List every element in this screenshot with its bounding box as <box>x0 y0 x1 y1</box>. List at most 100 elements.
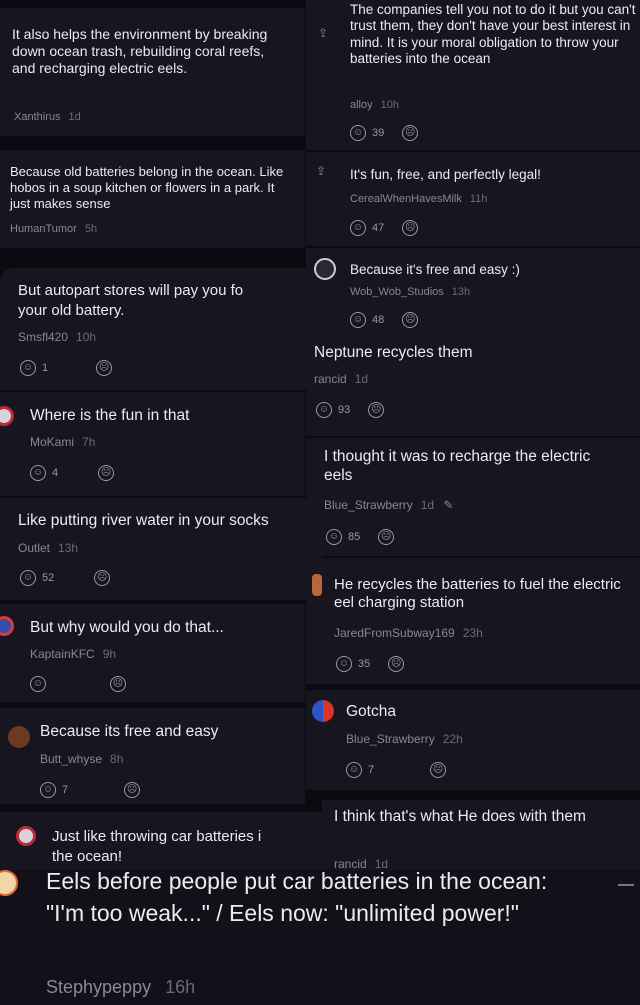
frown-icon[interactable]: ☹ <box>124 782 141 798</box>
like-button[interactable]: ☺ 7 <box>346 762 374 778</box>
frown-icon[interactable]: ☹ <box>368 402 385 418</box>
frown-icon[interactable]: ☹ <box>402 125 419 141</box>
like-button[interactable]: ☺ 39 <box>350 125 384 141</box>
comment-meta: Smsfl420 10h <box>18 330 96 344</box>
comment-text: Like putting river water in your socks <box>18 512 269 529</box>
share-icon[interactable]: ⇪ <box>316 164 326 178</box>
username[interactable]: alloy <box>350 99 373 111</box>
smile-icon: ☺ <box>40 782 56 798</box>
timestamp: 1d <box>354 372 369 386</box>
reactions: ☺ 7 ☹ <box>40 782 141 798</box>
username[interactable]: HumanTumor <box>10 223 77 235</box>
reactions: ☺ 47 ☹ <box>350 220 419 236</box>
like-button[interactable]: ☺ 52 <box>20 570 54 586</box>
frown-icon[interactable]: ☹ <box>430 762 447 778</box>
frown-icon[interactable]: ☹ <box>94 570 111 586</box>
comment-card: ⇪ It's fun, free, and perfectly legal! C… <box>306 152 640 246</box>
comment-text-continued: the ocean! <box>52 848 123 865</box>
timestamp: 16h <box>165 977 196 997</box>
username[interactable]: Xanthirus <box>14 111 60 123</box>
timestamp: 1d <box>420 498 435 512</box>
like-count: 7 <box>62 784 69 796</box>
timestamp: 11h <box>469 193 488 205</box>
comment-meta: Butt_whyse 8h <box>40 752 123 766</box>
comment-meta: Outlet 13h <box>18 541 78 555</box>
username[interactable]: JaredFromSubway169 <box>334 626 455 640</box>
username[interactable]: Stephypeppy <box>46 977 151 997</box>
like-button[interactable]: ☺ 7 <box>40 782 68 798</box>
avatar[interactable] <box>312 574 322 596</box>
comment-text-continued: your old battery. <box>18 302 125 319</box>
avatar[interactable] <box>0 870 18 896</box>
username[interactable]: CerealWhenHavesMilk <box>350 193 462 205</box>
comment-meta: rancid 1d <box>334 857 388 871</box>
comment-text: It's fun, free, and perfectly legal! <box>350 167 541 182</box>
timestamp: 23h <box>462 626 483 640</box>
username[interactable]: Smsfl420 <box>18 330 68 344</box>
frown-icon[interactable]: ☹ <box>378 529 395 545</box>
frown-icon[interactable]: ☹ <box>402 220 419 236</box>
username[interactable]: MoKami <box>30 435 74 449</box>
like-count: 35 <box>358 658 371 670</box>
smile-icon: ☺ <box>350 220 366 236</box>
reactions: ☺ 7 ☹ <box>346 762 447 778</box>
comment-card: He recycles the batteries to fuel the el… <box>306 558 640 684</box>
comment-meta: rancid 1d <box>314 372 368 386</box>
pencil-icon: ✎ <box>443 498 454 512</box>
comment-card: Gotcha Blue_Strawberry 22h ☺ 7 ☹ <box>306 690 640 790</box>
comment-card: Because its free and easy Butt_whyse 8h ☺… <box>0 708 305 804</box>
username[interactable]: Blue_Strawberry <box>346 732 435 746</box>
username[interactable]: Butt_whyse <box>40 752 102 766</box>
comment-text: But autopart stores will pay you fo <box>18 282 244 299</box>
smile-icon: ☺ <box>350 125 366 141</box>
comment-text: Neptune recycles them <box>314 344 473 361</box>
comment-text: Where is the fun in that <box>30 407 190 424</box>
frown-icon[interactable]: ☹ <box>388 656 405 672</box>
menu-dash[interactable] <box>618 884 634 886</box>
like-count: 48 <box>372 314 385 326</box>
smile-icon: ☺ <box>326 529 342 545</box>
username[interactable]: Outlet <box>18 541 50 555</box>
avatar[interactable] <box>0 616 14 636</box>
like-button[interactable]: ☺ 1 <box>20 360 48 376</box>
avatar[interactable] <box>314 258 336 280</box>
like-button[interactable]: ☺ 4 <box>30 465 58 481</box>
smile-icon[interactable]: ☺ <box>30 676 46 692</box>
username[interactable]: KaptainKFC <box>30 647 95 661</box>
username[interactable]: rancid <box>314 372 347 386</box>
comment-card: ⇪ The companies tell you not to do it bu… <box>306 0 640 150</box>
avatar[interactable] <box>312 700 334 722</box>
avatar[interactable] <box>16 826 36 846</box>
username[interactable]: Wob_Wob_Studios <box>350 286 444 298</box>
reactions: ☺ 4 ☹ <box>30 465 115 481</box>
like-count: 7 <box>368 764 375 776</box>
username[interactable]: Blue_Strawberry <box>324 498 413 512</box>
reactions: ☺ 48 ☹ <box>350 312 419 328</box>
comment-text: The companies tell you not to do it but … <box>350 2 636 67</box>
like-button[interactable]: ☺ 35 <box>336 656 370 672</box>
comment-meta: CerealWhenHavesMilk 11h <box>350 193 487 205</box>
comment-meta: alloy 10h <box>350 99 399 111</box>
comment-text: Eels before people put car batteries in … <box>46 870 548 926</box>
comment-meta: Wob_Wob_Studios 13h <box>350 286 470 298</box>
timestamp: 13h <box>58 541 79 555</box>
like-button[interactable]: ☺ 48 <box>350 312 384 328</box>
comment-card: Because it's free and easy :) Wob_Wob_St… <box>306 248 640 340</box>
avatar[interactable] <box>0 406 14 426</box>
comment-text: Because old batteries belong in the ocea… <box>10 164 284 211</box>
frown-icon[interactable]: ☹ <box>402 312 419 328</box>
share-icon[interactable]: ⇪ <box>318 26 328 40</box>
reactions: ☺ ☹ <box>30 676 126 692</box>
like-button[interactable]: ☺ 85 <box>326 529 360 545</box>
like-button[interactable]: ☺ 93 <box>316 402 350 418</box>
timestamp: 1d <box>374 857 389 871</box>
comment-card: Just like throwing car batteries i the o… <box>0 812 322 874</box>
like-button[interactable]: ☺ 47 <box>350 220 384 236</box>
frown-icon[interactable]: ☹ <box>98 465 115 481</box>
avatar[interactable] <box>8 726 30 748</box>
comment-text: Gotcha <box>346 703 396 720</box>
frown-icon[interactable]: ☹ <box>96 360 113 376</box>
like-count: 4 <box>52 467 59 479</box>
username[interactable]: rancid <box>334 857 367 871</box>
frown-icon[interactable]: ☹ <box>110 676 126 692</box>
